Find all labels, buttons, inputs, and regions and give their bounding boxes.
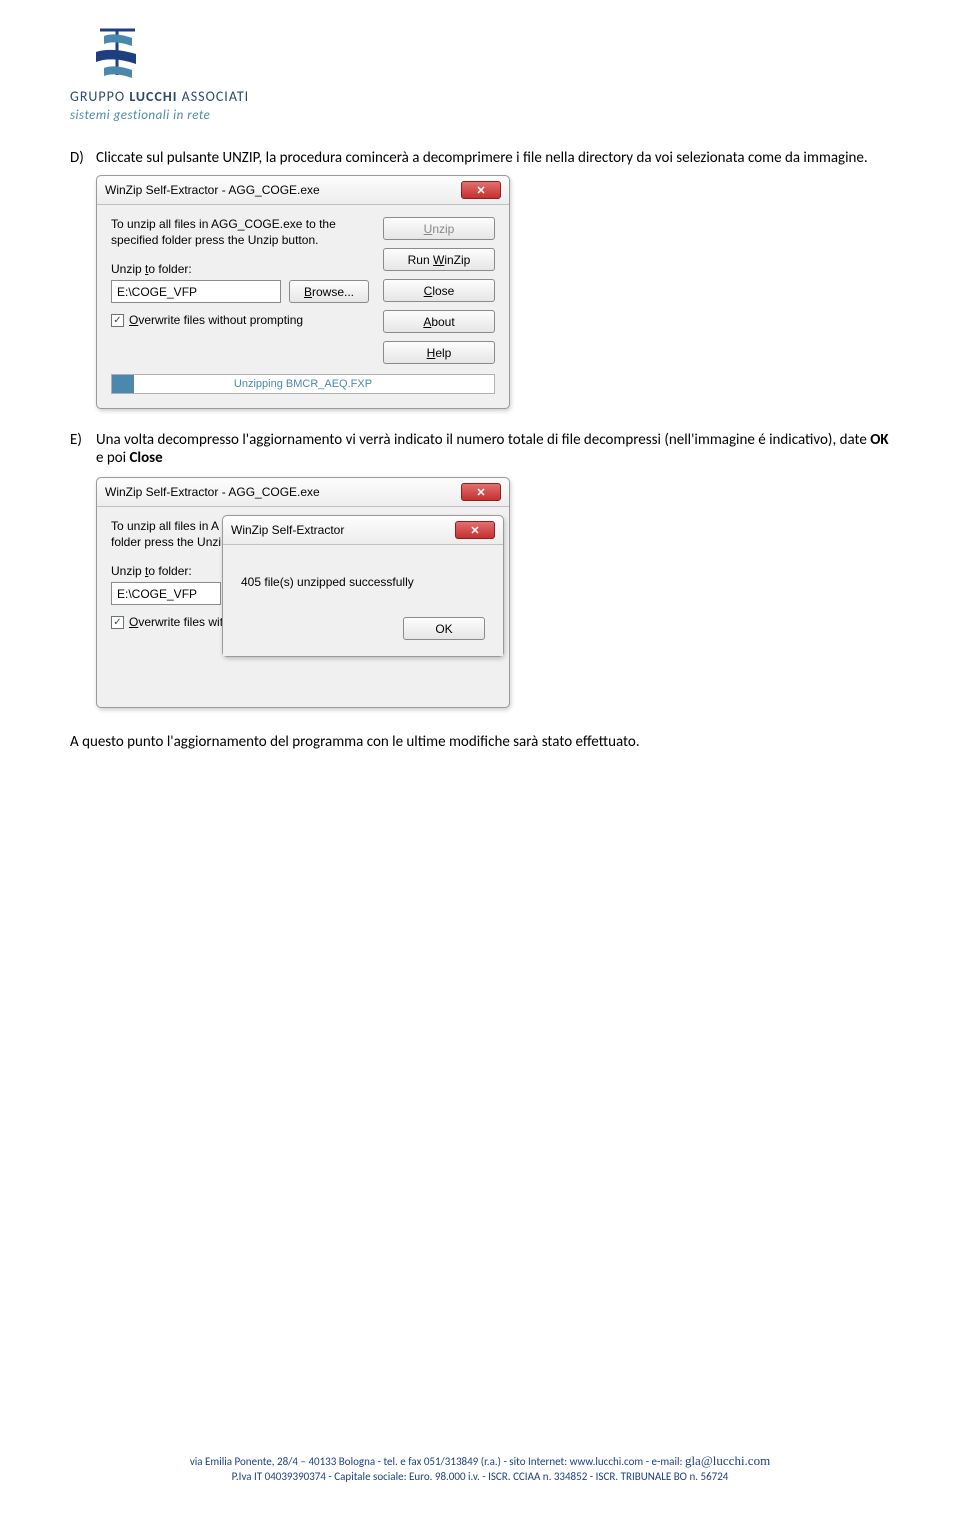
alert-close-button[interactable]: ✕ <box>455 521 495 539</box>
alert-message: 405 file(s) unzipped successfully <box>241 575 485 589</box>
instruction-d-letter: D) <box>70 149 96 167</box>
winzip-extractor-dialog: WinZip Self-Extractor - AGG_COGE.exe ✕ T… <box>96 175 510 409</box>
unzip-folder-input[interactable]: E:\COGE_VFP <box>111 582 221 605</box>
dialog-description: To unzip all files in AGG_COGE.exe to th… <box>111 217 371 248</box>
success-alert-dialog: WinZip Self-Extractor ✕ 405 file(s) unzi… <box>222 515 504 657</box>
alert-ok-button[interactable]: OK <box>403 617 485 640</box>
overwrite-label-trunc: Overwrite files wit <box>129 615 223 629</box>
window-close-button[interactable]: ✕ <box>461 181 501 199</box>
footer-line1: via Emilia Ponente, 28/4 – 40133 Bologna… <box>0 1453 960 1470</box>
unzip-folder-input[interactable]: E:\COGE_VFP <box>111 280 281 303</box>
logo-text-line1: GRUPPO LUCCHI ASSOCIATI <box>70 88 249 105</box>
instruction-e-text: Una volta decompresso l'aggiornamento vi… <box>96 431 890 467</box>
progress-text: Unzipping BMCR_AEQ.FXP <box>112 378 494 390</box>
company-logo: GRUPPO LUCCHI ASSOCIATI sistemi gestiona… <box>70 20 300 124</box>
logo-text-line2: sistemi gestionali in rete <box>70 108 210 123</box>
dialog-titlebar: WinZip Self-Extractor - AGG_COGE.exe ✕ <box>97 176 509 205</box>
instruction-e: E) Una volta decompresso l'aggiornamento… <box>70 431 890 467</box>
instruction-e-letter: E) <box>70 431 96 467</box>
about-button[interactable]: About <box>383 310 495 333</box>
close-button[interactable]: Close <box>383 279 495 302</box>
footer-line2: P.Iva IT 04039390374 - Capitale sociale:… <box>0 1470 960 1484</box>
dialog-titlebar: WinZip Self-Extractor - AGG_COGE.exe ✕ <box>97 478 509 507</box>
help-button[interactable]: Help <box>383 341 495 364</box>
unzip-progress-bar: Unzipping BMCR_AEQ.FXP <box>111 374 495 394</box>
overwrite-checkbox[interactable]: ✓ <box>111 616 124 629</box>
unzip-to-label: Unzip to folder: <box>111 262 371 276</box>
logo-icon <box>96 30 136 78</box>
alert-titlebar: WinZip Self-Extractor ✕ <box>223 516 503 545</box>
instruction-d-text: Cliccate sul pulsante UNZIP, la procedur… <box>96 149 890 167</box>
window-close-button[interactable]: ✕ <box>461 483 501 501</box>
unzip-button[interactable]: Unzip <box>383 217 495 240</box>
browse-button[interactable]: Browse... <box>289 280 369 303</box>
overwrite-label: Overwrite files without prompting <box>129 313 303 327</box>
alert-title: WinZip Self-Extractor <box>231 523 344 537</box>
dialog-title: WinZip Self-Extractor - AGG_COGE.exe <box>105 485 320 499</box>
dialog-title: WinZip Self-Extractor - AGG_COGE.exe <box>105 183 320 197</box>
closing-text: A questo punto l'aggiornamento del progr… <box>70 732 890 752</box>
overwrite-checkbox-row: ✓ Overwrite files without prompting <box>111 313 371 327</box>
run-winzip-button[interactable]: Run WinZip <box>383 248 495 271</box>
overwrite-checkbox[interactable]: ✓ <box>111 314 124 327</box>
instruction-d: D) Cliccate sul pulsante UNZIP, la proce… <box>70 149 890 167</box>
page-footer: via Emilia Ponente, 28/4 – 40133 Bologna… <box>0 1453 960 1484</box>
